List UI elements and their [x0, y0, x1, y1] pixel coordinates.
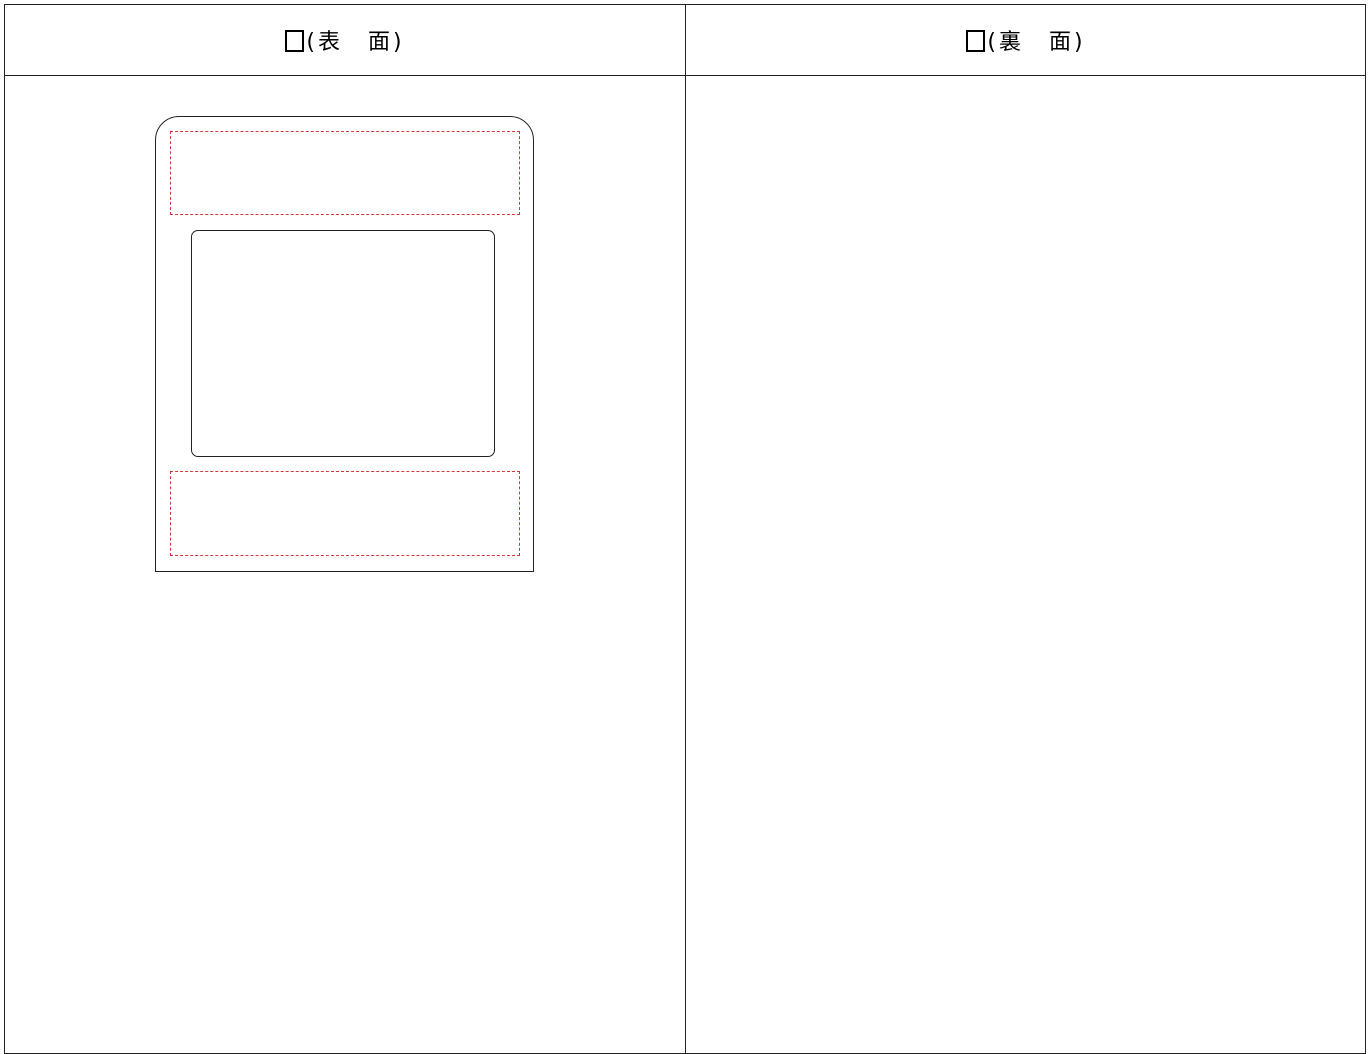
bottom-dashed-area: [170, 471, 520, 556]
form-sheet: (表 面) (裏 面): [4, 4, 1366, 1054]
header-back: (裏 面): [686, 5, 1366, 75]
back-checkbox-icon[interactable]: [966, 30, 986, 52]
header-front: (表 面): [5, 5, 685, 75]
column-divider: [685, 5, 686, 1053]
photo-frame: [191, 230, 495, 457]
back-label: (裏 面): [987, 30, 1086, 55]
front-checkbox-icon[interactable]: [285, 30, 305, 52]
card-outline: [155, 116, 534, 572]
front-label: (表 面): [306, 30, 405, 55]
header-row: (表 面) (裏 面): [5, 5, 1365, 76]
top-dashed-area: [170, 131, 520, 215]
